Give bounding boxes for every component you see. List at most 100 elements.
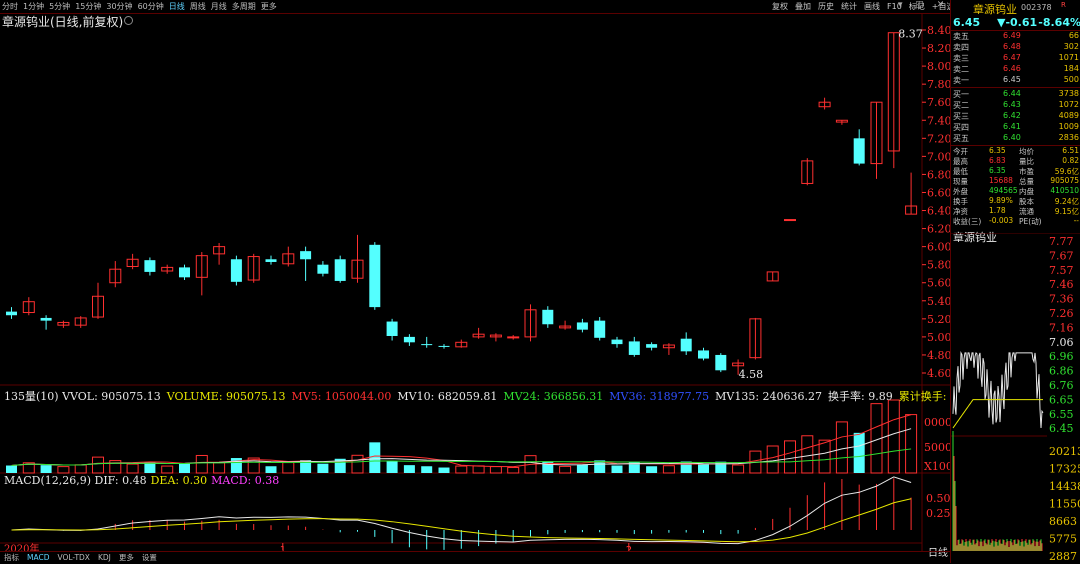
macd-axis-label: 0.50: [926, 492, 950, 505]
stat-row: 收益(三) -0.003 PE(动) --: [953, 216, 1079, 226]
volume-legend-item: MV24: 366856.31: [503, 390, 604, 403]
volume-bar: [576, 464, 588, 473]
volume-axis-label: 0000: [924, 416, 950, 429]
stock-code: 002378: [1021, 3, 1052, 12]
volume-bar: [905, 414, 918, 474]
volume-indicator-legend[interactable]: 135量(10) VVOL: 905075.13 VOLUME: 905075.1…: [4, 388, 952, 404]
volume-bar: [40, 465, 52, 473]
price-axis-label: 7.20: [927, 132, 950, 145]
indicator-tab-KDJ[interactable]: KDJ: [98, 553, 111, 562]
volume-bar: [213, 462, 226, 474]
volume-bar: [179, 463, 190, 473]
intraday-price-label: 7.26: [1049, 307, 1074, 320]
volume-bar: [421, 466, 433, 473]
candle-body: [369, 244, 381, 308]
intraday-price-label: 7.16: [1049, 321, 1074, 334]
ask-volume: 184: [1063, 64, 1079, 73]
ask-label: 卖三: [953, 54, 969, 63]
intraday-price-label: 7.77: [1049, 235, 1074, 248]
candle-body: [403, 336, 415, 343]
candle-body: [179, 267, 190, 278]
ask-volume: 500: [1063, 75, 1079, 84]
volume-bar: [698, 464, 709, 473]
stat-value: 494565: [989, 186, 1018, 195]
volume-ma-line: [11, 428, 912, 467]
price-axis-label: 6.80: [927, 168, 950, 181]
volume-bar: [766, 445, 779, 474]
bid-price: 6.41: [1003, 122, 1021, 131]
volume-bar: [801, 435, 814, 474]
volume-bar: [317, 463, 329, 473]
candle-body: [576, 322, 588, 330]
macd-indicator-legend[interactable]: MACD(12,26,9) DIF: 0.48 DEA: 0.30 MACD: 0.…: [4, 474, 283, 487]
bid-volume: 1009: [1058, 122, 1079, 131]
ask-price: 6.45: [1003, 75, 1021, 84]
indicator-tab-MACD[interactable]: MACD: [27, 553, 49, 562]
bid-label: 买一: [953, 90, 969, 99]
price-axis-label: 5.80: [927, 259, 950, 272]
indicator-tab-VOL-TDX[interactable]: VOL-TDX: [57, 553, 89, 562]
candle-body: [265, 259, 277, 262]
intraday-volume-label: 8663: [1049, 515, 1077, 528]
bid-label: 买五: [953, 134, 969, 143]
bid-price: 6.40: [1003, 133, 1021, 142]
volume-ma-line: [11, 448, 912, 467]
candle-body: [317, 264, 329, 274]
stat-value: 9.89%: [989, 196, 1013, 205]
volume-bar: [369, 442, 381, 473]
candle-body: [421, 344, 433, 346]
candle-body: [698, 350, 709, 359]
intraday-price-label: 6.45: [1049, 422, 1074, 435]
volume-bar: [265, 466, 277, 473]
intraday-price-label: 7.46: [1049, 278, 1074, 291]
intraday-volume-label: 17325: [1049, 463, 1080, 476]
volume-bar: [835, 421, 848, 474]
volume-legend-item: 换手率: 9.89: [828, 390, 893, 403]
volume-bar: [161, 465, 174, 474]
high-price-label: 8.37: [898, 28, 923, 41]
ask-row: 卖四 6.48 302: [953, 42, 1079, 52]
volume-bar: [351, 454, 364, 474]
stat-row: 现量 15688 总量 905075: [953, 176, 1079, 186]
intraday-price-line: [952, 351, 1044, 429]
volume-legend-item: 累计换手:: [898, 390, 947, 403]
intraday-chart[interactable]: 7.777.67 7.577.46 7.367.267.16 7.066.96 6.86…: [951, 233, 1080, 563]
ask-row: 卖三 6.47 1071: [953, 53, 1079, 63]
intraday-price-label: 6.55: [1049, 408, 1074, 421]
price-axis-label: 6.00: [927, 241, 950, 254]
indicator-tab-更多[interactable]: 更多: [119, 552, 134, 563]
bid-price: 6.44: [1003, 89, 1021, 98]
candle-body: [230, 259, 242, 282]
ask-volume: 302: [1063, 42, 1079, 51]
stat-value: 15688: [989, 176, 1013, 185]
volume-bar: [784, 440, 796, 474]
volume-bar: [403, 465, 415, 473]
ask-row: 卖五 6.49 66: [953, 31, 1079, 41]
price-axis-label: 8.40: [927, 24, 950, 37]
price-axis-label: 6.60: [927, 186, 950, 199]
ask-label: 卖四: [953, 43, 969, 52]
volume-legend-item: VOLUME: 905075.13: [166, 390, 286, 403]
volume-bar: [853, 432, 865, 473]
stat-value: 0.82: [1062, 156, 1079, 165]
ask-row: 卖二 6.46 184: [953, 64, 1079, 74]
ask-label: 卖一: [953, 76, 969, 85]
indicator-tab-指标[interactable]: 指标: [4, 552, 19, 563]
price-axis-label: 7.00: [927, 150, 950, 163]
stock-flag: R: [1061, 1, 1066, 9]
volume-axis-label: X100: [924, 460, 950, 473]
bid-volume: 2836: [1058, 133, 1079, 142]
price-axis-label: 6.20: [927, 223, 950, 236]
stock-header: 章源钨业 002378 R: [951, 1, 1080, 16]
bid-volume: 4089: [1058, 111, 1079, 120]
price-change-pct: -8.64%: [1038, 16, 1080, 29]
kline-chart[interactable]: 8.40 8.20 8.00 7.80 7.60 7.40 7.20 7.00 6.80 6.60…: [0, 0, 950, 551]
intraday-volume-label: 2887: [1049, 550, 1077, 563]
volume-bar: [646, 466, 658, 473]
ask-volume: 66: [1068, 31, 1079, 40]
indicator-tab-设置[interactable]: 设置: [142, 552, 157, 563]
intraday-volume-label: 5775: [1049, 533, 1077, 546]
stat-label: 收益(三): [953, 217, 982, 226]
volume-ma-line: [11, 414, 912, 468]
quote-panel: 章源钨业 002378 R 6.45 ▼-0.61 -8.64% 卖五 6.49 6…: [950, 0, 1080, 563]
